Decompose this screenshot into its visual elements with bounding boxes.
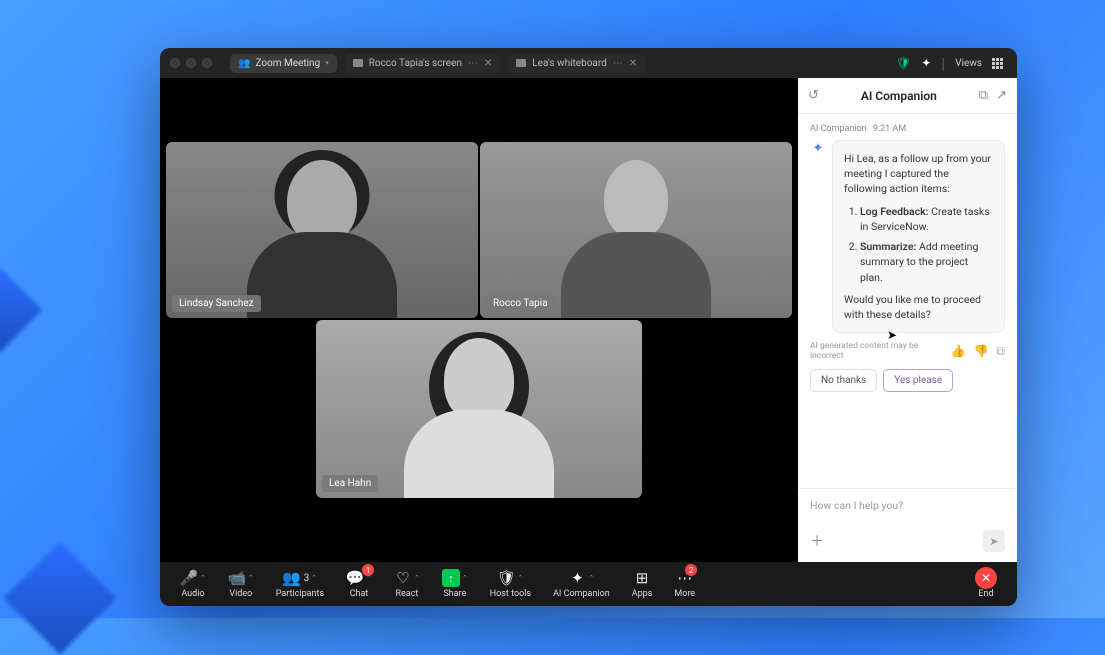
message-meta: AI Companion 9:21 AM xyxy=(810,124,1005,134)
ai-companion-panel: ↺ AI Companion ⧉ ↗ AI Companion 9:21 AM … xyxy=(798,78,1017,562)
end-icon: ✕ xyxy=(975,567,997,589)
participant-name: Rocco Tapia xyxy=(486,295,555,312)
sender-name: AI Companion xyxy=(810,124,867,134)
views-label[interactable]: Views xyxy=(955,58,982,69)
video-tile[interactable]: Rocco Tapia xyxy=(480,142,792,318)
action-item: Summarize: Add meeting summary to the pr… xyxy=(860,239,993,285)
share-icon: ↑ xyxy=(442,569,460,587)
chevron-up-icon: ⌃ xyxy=(462,574,468,582)
thumbs-down-icon[interactable]: 👎 xyxy=(973,344,988,358)
heart-icon: ♡ xyxy=(394,569,412,587)
sparkle-icon[interactable]: ✦ xyxy=(921,56,931,70)
chevron-up-icon: ⌃ xyxy=(517,574,523,582)
video-button[interactable]: 📹⌃ Video xyxy=(220,567,262,601)
people-icon: 👥 xyxy=(283,569,301,587)
external-link-icon[interactable]: ↗ xyxy=(996,88,1007,103)
popout-icon[interactable]: ⧉ xyxy=(979,88,988,103)
send-icon[interactable]: ➤ xyxy=(983,530,1005,552)
shield-icon: 🛡 xyxy=(497,569,515,587)
tab-label: Rocco Tapia's screen xyxy=(369,58,462,69)
host-tools-button[interactable]: 🛡⌃ Host tools xyxy=(482,567,539,601)
thumbs-up-icon[interactable]: 👍 xyxy=(951,344,966,358)
people-icon: 👥 xyxy=(238,58,250,69)
ai-panel-header: ↺ AI Companion ⧉ ↗ xyxy=(798,78,1017,114)
apps-button[interactable]: ⊞ Apps xyxy=(624,567,661,601)
chat-button[interactable]: 1 💬⌃ Chat xyxy=(338,567,380,601)
minimize-window[interactable] xyxy=(186,58,196,68)
apps-icon: ⊞ xyxy=(633,569,651,587)
ai-input[interactable]: How can I help you? xyxy=(810,499,1005,512)
end-button[interactable]: ✕ End xyxy=(967,567,1005,601)
chevron-up-icon: ⌃ xyxy=(588,574,594,582)
mic-icon: 🎤 xyxy=(180,569,198,587)
ai-input-area: How can I help you? ＋ ➤ xyxy=(798,488,1017,562)
more-badge: 2 xyxy=(685,564,697,576)
react-button[interactable]: ♡⌃ React xyxy=(386,567,428,601)
video-tile[interactable]: Lea Hahn xyxy=(316,320,642,498)
chevron-up-icon: ⌃ xyxy=(414,574,420,582)
sparkle-icon: ✦ xyxy=(810,140,826,156)
zoom-window: 👥 Zoom Meeting ▾ Rocco Tapia's screen ⋯ … xyxy=(160,48,1017,606)
window-controls xyxy=(170,58,212,68)
participant-name: Lea Hahn xyxy=(322,475,378,492)
tab-whiteboard[interactable]: Lea's whiteboard ⋯ ✕ xyxy=(508,54,645,73)
video-tile[interactable]: Lindsay Sanchez xyxy=(166,142,478,318)
share-button[interactable]: ↑⌃ Share xyxy=(434,567,476,601)
main-tab[interactable]: 👥 Zoom Meeting ▾ xyxy=(230,54,337,73)
camera-icon: 📹 xyxy=(228,569,246,587)
video-grid: Lindsay Sanchez Rocco Tapia Lea xyxy=(160,78,798,562)
history-icon[interactable]: ↺ xyxy=(808,88,819,103)
whiteboard-icon xyxy=(516,59,526,67)
titlebar: 👥 Zoom Meeting ▾ Rocco Tapia's screen ⋯ … xyxy=(160,48,1017,78)
close-icon[interactable]: ✕ xyxy=(629,58,637,69)
tab-menu-icon[interactable]: ⋯ xyxy=(468,58,478,69)
tab-label: Lea's whiteboard xyxy=(532,58,607,69)
yes-please-button[interactable]: Yes please xyxy=(883,369,953,392)
feedback-row: AI generated content may be incorrect 👍 … xyxy=(810,341,1005,361)
audio-button[interactable]: 🎤⌃ Audio xyxy=(172,567,214,601)
close-window[interactable] xyxy=(170,58,180,68)
disclaimer-text: AI generated content may be incorrect xyxy=(810,341,935,361)
ai-message: Hi Lea, as a follow up from your meeting… xyxy=(832,140,1005,333)
chevron-up-icon: ⌃ xyxy=(311,574,317,582)
close-icon[interactable]: ✕ xyxy=(484,58,492,69)
participant-name: Lindsay Sanchez xyxy=(172,295,261,312)
ai-panel-title: AI Companion xyxy=(827,89,971,103)
msg-intro: Hi Lea, as a follow up from your meeting… xyxy=(844,151,993,197)
plus-icon[interactable]: ＋ xyxy=(810,531,824,551)
copy-icon[interactable]: ⧉ xyxy=(996,344,1005,359)
meeting-toolbar: 🎤⌃ Audio 📹⌃ Video 👥3⌃ Participants 1 💬⌃ … xyxy=(160,562,1017,606)
chevron-up-icon: ⌃ xyxy=(200,574,206,582)
message-time: 9:21 AM xyxy=(873,124,906,134)
more-button[interactable]: 2 ⋯ More xyxy=(666,567,703,601)
ai-companion-button[interactable]: ✦⌃ AI Companion xyxy=(545,567,618,601)
participants-button[interactable]: 👥3⌃ Participants xyxy=(268,567,332,601)
grid-icon[interactable] xyxy=(992,58,1003,69)
chevron-up-icon: ⌃ xyxy=(248,574,254,582)
chat-badge: 1 xyxy=(362,564,374,576)
msg-outro: Would you like me to proceed with these … xyxy=(844,292,993,322)
no-thanks-button[interactable]: No thanks xyxy=(810,369,877,392)
chevron-down-icon: ▾ xyxy=(325,59,329,67)
tab-menu-icon[interactable]: ⋯ xyxy=(613,58,623,69)
sparkle-icon: ✦ xyxy=(568,569,586,587)
main-tab-label: Zoom Meeting xyxy=(255,58,320,69)
maximize-window[interactable] xyxy=(202,58,212,68)
shield-icon[interactable]: 🛡 xyxy=(896,56,911,70)
screen-icon xyxy=(353,59,363,67)
action-item: Log Feedback: Create tasks in ServiceNow… xyxy=(860,204,993,234)
tab-screen-share[interactable]: Rocco Tapia's screen ⋯ ✕ xyxy=(345,54,501,73)
